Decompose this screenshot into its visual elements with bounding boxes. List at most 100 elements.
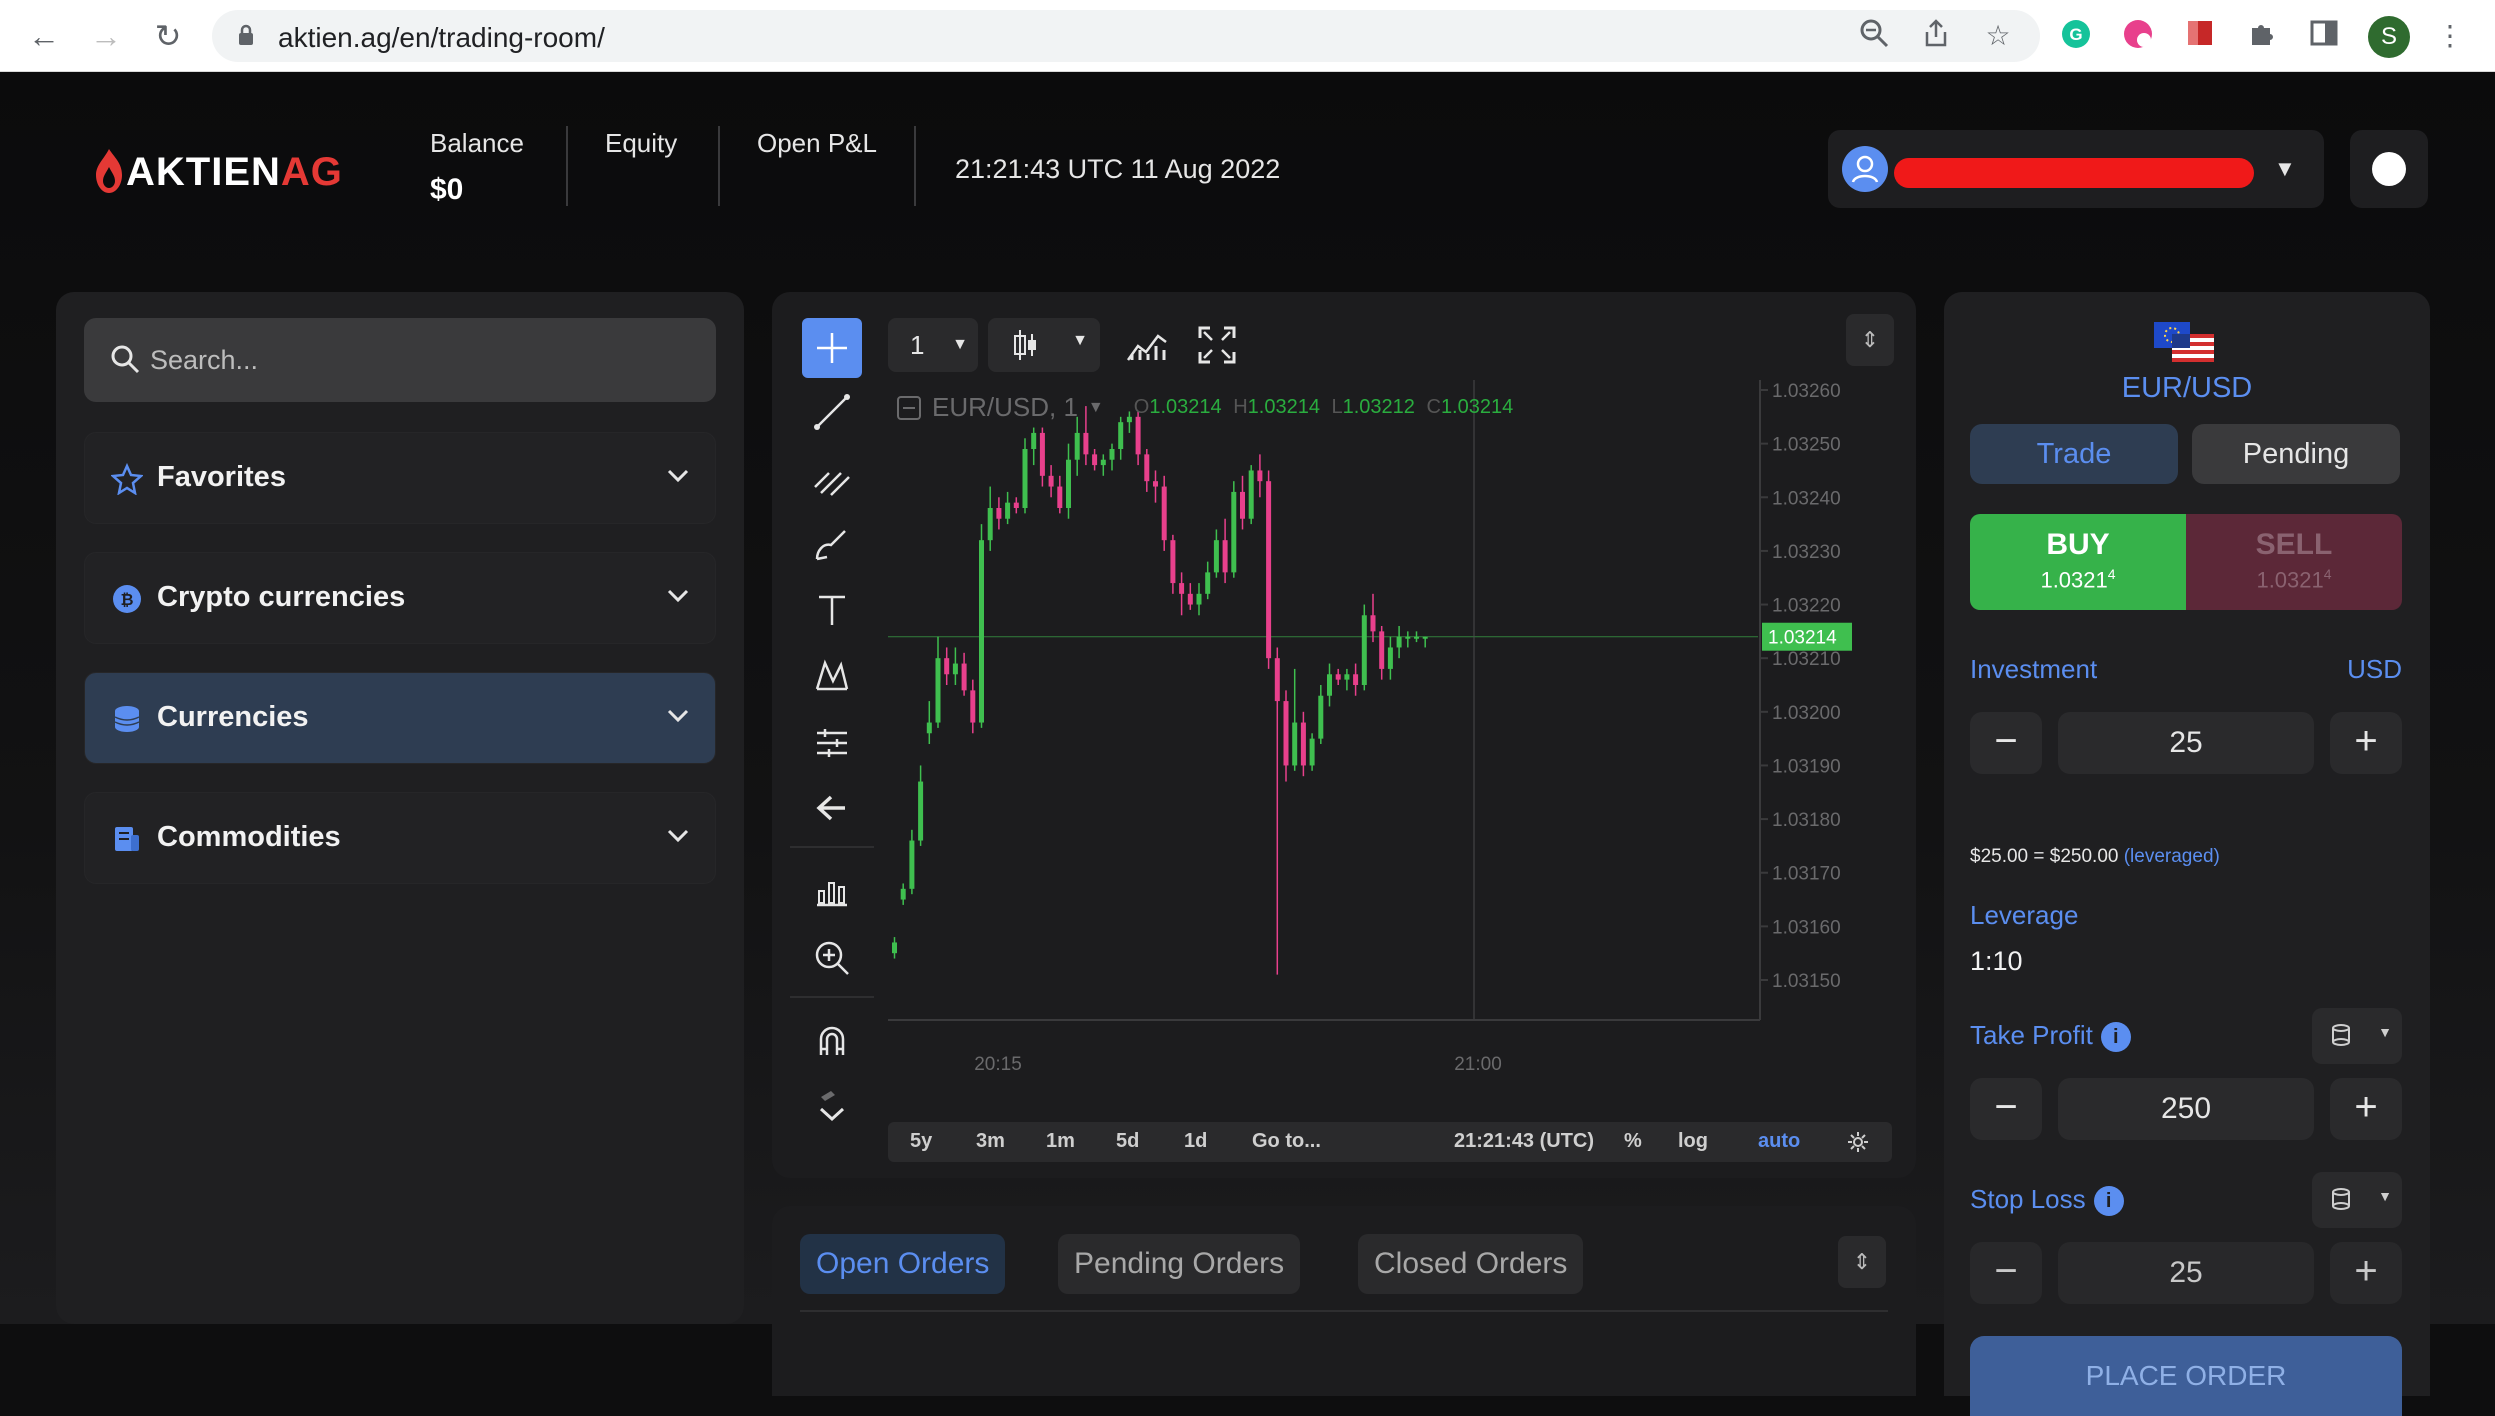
fullscreen-icon[interactable] xyxy=(1192,320,1242,370)
pattern-tool-icon[interactable] xyxy=(802,646,862,706)
info-icon[interactable]: i xyxy=(2100,1022,2131,1053)
take-profit-mode-select[interactable]: ▼ xyxy=(2312,1008,2402,1064)
category-commodities[interactable]: Commodities xyxy=(84,792,716,884)
equity: Equity xyxy=(605,128,677,159)
stop-loss-decrease-button[interactable]: − xyxy=(1970,1242,2042,1304)
price-chart[interactable]: 1.03260 1.03250 1.03240 1.03230 1.03220 1.032… xyxy=(888,380,1888,1084)
reload-icon[interactable]: ↻ xyxy=(150,18,186,54)
range-1m[interactable]: 1m xyxy=(1046,1130,1075,1153)
candle xyxy=(1022,438,1028,514)
balance-value: $0 xyxy=(430,173,464,206)
category-label: Commodities xyxy=(157,821,341,853)
tab-trade[interactable]: Trade xyxy=(1970,424,2178,484)
indicators-icon[interactable] xyxy=(1122,320,1172,370)
settings-gear-icon[interactable] xyxy=(1846,1130,1870,1154)
redacted-username xyxy=(1894,158,2254,188)
range-3m[interactable]: 3m xyxy=(976,1130,1005,1153)
measure-tool-icon[interactable] xyxy=(802,712,862,772)
orders-collapse-button[interactable]: ⇕ xyxy=(1838,1236,1886,1288)
collapse-legend-icon[interactable] xyxy=(896,395,922,421)
category-label: Crypto currencies xyxy=(157,581,406,613)
grammarly-icon[interactable]: G xyxy=(2058,18,2094,54)
take-profit-decrease-button[interactable]: − xyxy=(1970,1078,2042,1140)
range-1d[interactable]: 1d xyxy=(1184,1130,1207,1153)
line-tool-icon[interactable] xyxy=(802,382,862,442)
zoom-icon[interactable] xyxy=(1856,18,1892,54)
time-tick-label: 20:15 xyxy=(974,1054,1022,1075)
chart-clock: 21:21:43 (UTC) xyxy=(1454,1130,1595,1152)
price-tick-label: 1.03230 xyxy=(1772,542,1841,563)
take-profit-input[interactable]: 250 xyxy=(2058,1078,2314,1140)
magnet-icon[interactable] xyxy=(802,1012,862,1072)
chart-collapse-button[interactable]: ⇕ xyxy=(1846,314,1894,366)
fib-tool-icon[interactable] xyxy=(802,448,862,508)
place-order-button[interactable]: PLACE ORDER xyxy=(1970,1336,2402,1416)
stop-loss-mode-select[interactable]: ▼ xyxy=(2312,1172,2402,1228)
brush-tool-icon[interactable] xyxy=(802,514,862,574)
text-tool-icon[interactable] xyxy=(802,580,862,640)
range-5d[interactable]: 5d xyxy=(1116,1130,1139,1153)
category-crypto[interactable]: ₿ Crypto currencies xyxy=(84,552,716,644)
candle xyxy=(1309,733,1315,771)
search-input[interactable] xyxy=(150,338,690,382)
trade-panel: EUR/USD Trade Pending BUY 1.03214 SELL 1… xyxy=(1944,292,2430,1416)
address-bar[interactable]: aktien.ag/en/trading-room/ xyxy=(212,10,2040,62)
category-favorites[interactable]: Favorites xyxy=(84,432,716,524)
forward-icon[interactable]: → xyxy=(88,18,124,54)
equity-label: Equity xyxy=(605,128,678,158)
timeframe-select[interactable]: 1 ▼ xyxy=(888,318,978,372)
stop-loss-increase-button[interactable]: + xyxy=(2330,1242,2402,1304)
svg-text:₿: ₿ xyxy=(120,591,133,609)
zoom-in-icon[interactable] xyxy=(802,928,862,988)
commodities-icon xyxy=(115,827,139,851)
side-panel-icon[interactable] xyxy=(2306,18,2342,54)
coins-icon xyxy=(114,706,140,732)
ohlc-open: 1.03214 xyxy=(1149,396,1222,418)
price-tick-label: 1.03190 xyxy=(1772,756,1841,777)
sell-button[interactable]: SELL 1.03214 xyxy=(2186,514,2402,610)
goto-button[interactable]: Go to... xyxy=(1252,1130,1321,1153)
url-text: aktien.ag/en/trading-room/ xyxy=(278,22,605,53)
category-currencies[interactable]: Currencies xyxy=(84,672,716,764)
menu-kebab-icon[interactable]: ⋮ xyxy=(2432,18,2468,54)
more-tools-icon[interactable] xyxy=(802,1078,862,1138)
info-icon[interactable]: i xyxy=(2093,1186,2124,1217)
timeframe-value: 1 xyxy=(910,330,925,360)
price-tick-label: 1.03220 xyxy=(1772,596,1841,617)
investment-increase-button[interactable]: + xyxy=(2330,712,2402,774)
back-arrow-icon[interactable] xyxy=(802,778,862,838)
theme-toggle[interactable] xyxy=(2350,130,2428,208)
volume-profile-icon[interactable] xyxy=(802,862,862,922)
stop-loss-input[interactable]: 25 xyxy=(2058,1242,2314,1304)
buy-price-pip: 4 xyxy=(2107,566,2116,582)
log-toggle[interactable]: log xyxy=(1678,1130,1708,1153)
investment-input[interactable]: 25 xyxy=(2058,712,2314,774)
extension-bookmark-icon[interactable] xyxy=(2182,18,2218,54)
caret-down-icon: ▼ xyxy=(2378,1024,2392,1040)
user-menu[interactable]: ▼ xyxy=(1828,130,2324,208)
auto-toggle[interactable]: auto xyxy=(1758,1130,1800,1153)
tab-open-orders[interactable]: Open Orders xyxy=(800,1234,1006,1294)
buy-button[interactable]: BUY 1.03214 xyxy=(1970,514,2186,610)
caret-down-icon: ▼ xyxy=(1087,398,1104,416)
search-box[interactable] xyxy=(84,318,716,402)
extension-red-icon[interactable] xyxy=(2120,18,2156,54)
profile-avatar[interactable]: S xyxy=(2368,16,2410,58)
tab-pending-orders[interactable]: Pending Orders xyxy=(1058,1234,1301,1294)
take-profit-increase-button[interactable]: + xyxy=(2330,1078,2402,1140)
chart-style-select[interactable]: ▼ xyxy=(988,318,1100,372)
candle xyxy=(1361,604,1367,691)
pair-name: EUR/USD xyxy=(2121,372,2253,404)
candle xyxy=(1266,470,1272,669)
logo[interactable]: AKTIENAG xyxy=(92,142,343,202)
percent-toggle[interactable]: % xyxy=(1624,1130,1642,1153)
investment-decrease-button[interactable]: − xyxy=(1970,712,2042,774)
tab-pending[interactable]: Pending xyxy=(2192,424,2400,484)
bookmark-star-icon[interactable]: ☆ xyxy=(1980,18,2016,54)
tab-closed-orders[interactable]: Closed Orders xyxy=(1358,1234,1584,1294)
crosshair-tool-icon[interactable] xyxy=(802,318,862,378)
back-icon[interactable]: ← xyxy=(26,18,62,54)
share-icon[interactable] xyxy=(1918,18,1954,54)
range-5y[interactable]: 5y xyxy=(910,1130,932,1153)
extensions-puzzle-icon[interactable] xyxy=(2244,18,2280,54)
